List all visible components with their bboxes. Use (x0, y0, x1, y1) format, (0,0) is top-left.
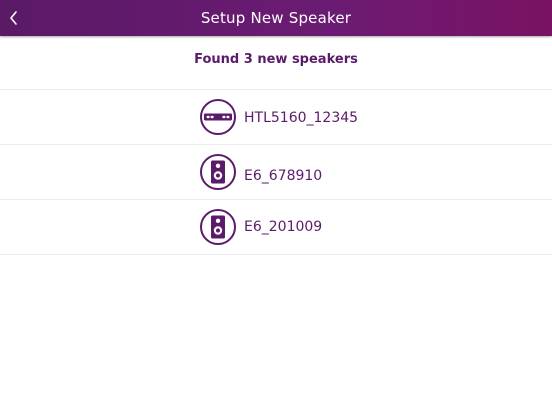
speaker-row-htl5160[interactable]: HTL5160_12345 (0, 90, 552, 144)
found-speakers-text: Found 3 new speakers (194, 52, 358, 67)
speaker-icon (200, 209, 236, 245)
page-title: Setup New Speaker (200, 9, 352, 27)
speaker-name: E6_201009 (244, 219, 323, 235)
soundbar-icon (200, 99, 236, 135)
speaker-row-e6-678910[interactable]: E6_678910 (0, 145, 552, 199)
speaker-name: E6_678910 (244, 168, 323, 184)
speaker-row-e6-201009[interactable]: E6_201009 (0, 200, 552, 254)
speaker-icon (200, 154, 236, 190)
app-header: Setup New Speaker (0, 0, 552, 36)
divider (0, 254, 552, 255)
speaker-name: HTL5160_12345 (244, 110, 359, 126)
